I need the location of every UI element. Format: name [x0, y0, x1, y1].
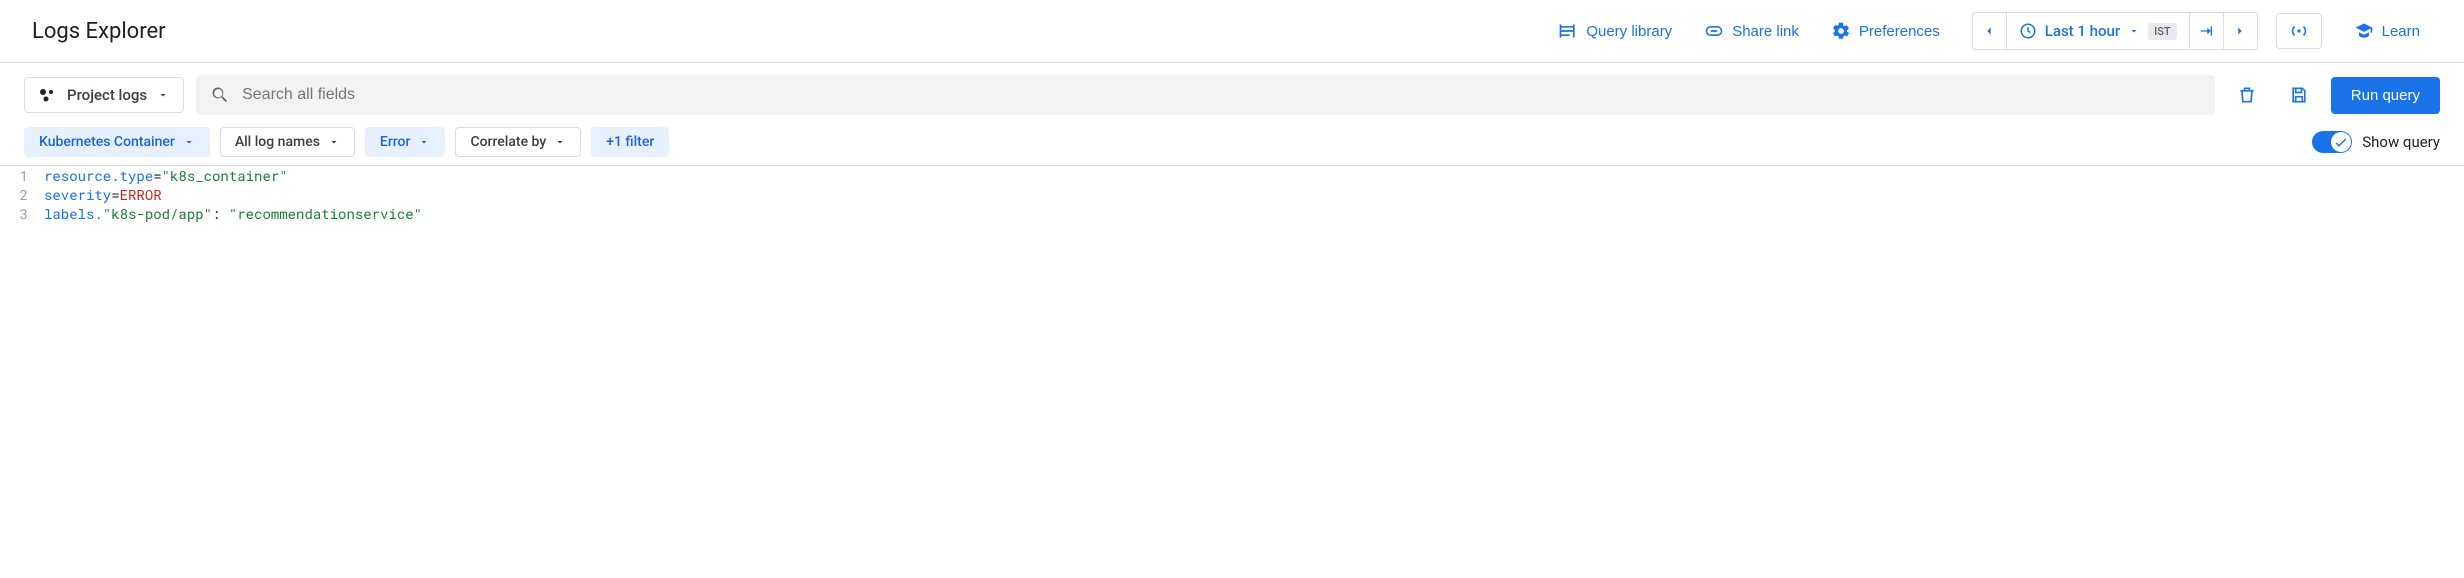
save-icon: [2289, 85, 2309, 105]
line-number: 2: [0, 185, 38, 204]
chevron-down-icon: [418, 136, 430, 148]
correlate-chip[interactable]: Correlate by: [455, 127, 581, 157]
save-button[interactable]: [2279, 75, 2319, 115]
preferences-button[interactable]: Preferences: [1819, 13, 1952, 49]
trash-icon: [2237, 85, 2257, 105]
chevron-right-icon: [2233, 24, 2247, 38]
page-title: Logs Explorer: [32, 19, 166, 44]
scope-icon: [39, 88, 57, 102]
clock-icon: [2019, 22, 2037, 40]
search-input[interactable]: [242, 86, 2201, 104]
show-query-toggle[interactable]: [2312, 131, 2352, 153]
line-number: 3: [0, 204, 38, 223]
code-line[interactable]: 2severity=ERROR: [0, 185, 2464, 204]
chevron-left-icon: [1982, 24, 1996, 38]
run-query-button[interactable]: Run query: [2331, 77, 2440, 114]
share-link-button[interactable]: Share link: [1692, 13, 1811, 49]
query-library-button[interactable]: Query library: [1546, 13, 1684, 49]
severity-chip[interactable]: Error: [365, 127, 446, 157]
learn-icon: [2354, 21, 2374, 41]
stream-icon: [2289, 21, 2309, 41]
add-filter-chip[interactable]: +1 filter: [591, 127, 669, 157]
chevron-down-icon: [157, 89, 169, 101]
time-range-prev[interactable]: [1973, 13, 2007, 49]
code-line[interactable]: 3labels."k8s-pod/app": "recommendationse…: [0, 204, 2464, 223]
scope-dropdown[interactable]: Project logs: [24, 77, 184, 113]
code-line[interactable]: 1resource.type="k8s_container": [0, 166, 2464, 185]
jump-to-now[interactable]: [2189, 13, 2223, 49]
check-icon: [2333, 134, 2349, 150]
preferences-label: Preferences: [1859, 23, 1940, 40]
arrow-end-icon: [2198, 23, 2214, 39]
learn-label: Learn: [2382, 23, 2420, 40]
learn-button[interactable]: Learn: [2342, 13, 2432, 49]
search-icon: [210, 85, 230, 105]
chevron-down-icon: [328, 136, 340, 148]
timezone-badge: IST: [2148, 23, 2176, 40]
chevron-down-icon: [554, 136, 566, 148]
link-icon: [1704, 21, 1724, 41]
resource-filter-chip[interactable]: Kubernetes Container: [24, 127, 210, 157]
severity-label: Error: [380, 134, 411, 150]
code-content[interactable]: severity=ERROR: [38, 185, 162, 204]
resource-filter-label: Kubernetes Container: [39, 134, 175, 150]
code-content[interactable]: resource.type="k8s_container": [38, 166, 288, 185]
gear-icon: [1831, 21, 1851, 41]
code-content[interactable]: labels."k8s-pod/app": "recommendationser…: [38, 204, 422, 223]
show-query-label: Show query: [2362, 133, 2440, 151]
query-editor[interactable]: 1resource.type="k8s_container"2severity=…: [0, 165, 2464, 223]
clear-button[interactable]: [2227, 75, 2267, 115]
time-range-picker: Last 1 hour IST: [1972, 12, 2258, 50]
chevron-down-icon: [183, 136, 195, 148]
stream-logs-button[interactable]: [2276, 13, 2322, 49]
time-range-label: Last 1 hour: [2045, 22, 2120, 40]
add-filter-label: +1 filter: [606, 134, 654, 150]
log-names-chip[interactable]: All log names: [220, 127, 355, 157]
query-library-label: Query library: [1586, 23, 1672, 40]
time-range-next[interactable]: [2223, 13, 2257, 49]
chevron-down-icon: [2128, 25, 2140, 37]
log-names-label: All log names: [235, 134, 320, 150]
library-icon: [1558, 21, 1578, 41]
line-number: 1: [0, 166, 38, 185]
search-box[interactable]: [196, 75, 2215, 115]
scope-label: Project logs: [67, 86, 147, 104]
share-link-label: Share link: [1732, 23, 1799, 40]
time-range-button[interactable]: Last 1 hour IST: [2007, 13, 2189, 49]
correlate-label: Correlate by: [470, 134, 546, 150]
